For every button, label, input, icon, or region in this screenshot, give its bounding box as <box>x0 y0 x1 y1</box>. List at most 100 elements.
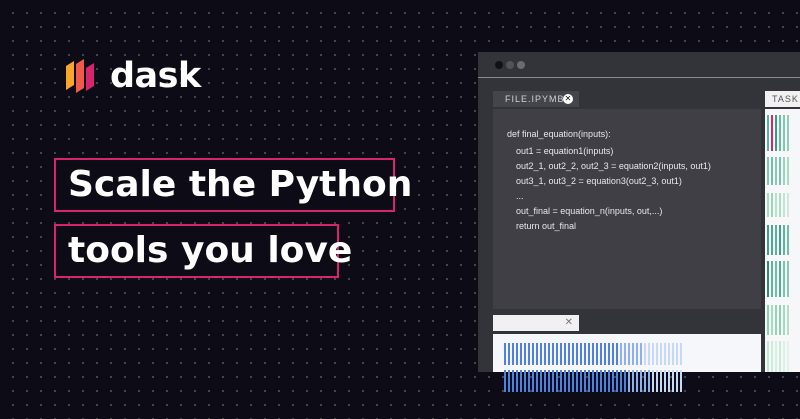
progress-stripe <box>660 370 662 392</box>
progress-stripe <box>572 370 574 392</box>
progress-stripe <box>568 343 570 365</box>
progress-stripe <box>668 343 670 365</box>
progress-stripe <box>520 343 522 365</box>
progress-stripe <box>540 370 542 392</box>
task-stream-segment <box>779 305 781 335</box>
progress-stripe <box>652 370 654 392</box>
code-line: out1 = equation1(inputs) <box>516 146 614 156</box>
progress-bar-row <box>504 370 684 392</box>
task-stream-segment <box>779 193 781 217</box>
task-stream-segment <box>771 305 773 335</box>
progress-bar-row <box>504 343 684 365</box>
task-stream-segment <box>779 261 781 297</box>
task-stream-segment <box>775 115 777 151</box>
task-stream-segment <box>783 261 785 297</box>
headline-line-2: tools you love <box>54 224 352 278</box>
progress-stripe <box>628 370 630 392</box>
code-line: out2_1, out2_2, out2_3 = equation2(input… <box>516 161 711 171</box>
progress-stripe <box>540 343 542 365</box>
task-stream-segment <box>775 261 777 297</box>
progress-stripe <box>564 343 566 365</box>
progress-stripe <box>588 343 590 365</box>
progress-stripe <box>592 343 594 365</box>
task-stream-segment <box>779 341 781 372</box>
close-output-icon[interactable]: ✕ <box>565 316 573 330</box>
progress-stripe <box>584 343 586 365</box>
progress-stripe <box>580 343 582 365</box>
task-stream-segment <box>767 193 769 217</box>
task-stream-segment <box>787 193 789 217</box>
code-cell[interactable]: def final_equation(inputs): out1 = equat… <box>493 109 761 309</box>
progress-stripe <box>636 370 638 392</box>
progress-stripe <box>528 343 530 365</box>
progress-stripe <box>612 370 614 392</box>
progress-stripe <box>644 343 646 365</box>
task-stream-segment <box>767 305 769 335</box>
progress-stripe <box>524 370 526 392</box>
progress-stripe <box>644 370 646 392</box>
progress-stripe <box>648 370 650 392</box>
progress-stripe <box>664 370 666 392</box>
progress-stripe <box>608 370 610 392</box>
task-stream-segment <box>779 157 781 185</box>
progress-stripe <box>556 343 558 365</box>
task-stream-segment <box>775 193 777 217</box>
progress-stripe <box>536 370 538 392</box>
progress-stripe <box>508 343 510 365</box>
task-stream-segment <box>787 225 789 255</box>
progress-stripe <box>628 343 630 365</box>
progress-stripe <box>504 370 506 392</box>
progress-stripe <box>620 370 622 392</box>
progress-stripe <box>676 370 678 392</box>
task-stream-segment <box>767 341 769 372</box>
task-stream-segment <box>771 193 773 217</box>
minimize-window-button[interactable] <box>506 61 514 69</box>
file-tab[interactable]: FILE.IPYMB ✕ <box>493 91 579 107</box>
task-tab[interactable]: TASK <box>765 91 800 107</box>
progress-stripe <box>672 343 674 365</box>
progress-stripe <box>508 370 510 392</box>
progress-stripe <box>552 343 554 365</box>
task-stream-segment <box>767 261 769 297</box>
progress-stripe <box>624 370 626 392</box>
progress-stripe <box>664 343 666 365</box>
dask-logo-icon <box>66 59 94 93</box>
progress-stripe <box>560 343 562 365</box>
progress-stripe <box>552 370 554 392</box>
task-stream-segment <box>767 225 769 255</box>
progress-stripe <box>536 343 538 365</box>
progress-stripe <box>604 370 606 392</box>
progress-stripe <box>556 370 558 392</box>
progress-stripe <box>544 343 546 365</box>
output-progress-panel <box>493 334 761 392</box>
task-stream-segment <box>787 115 789 151</box>
progress-stripe <box>668 370 670 392</box>
task-stream-segment <box>775 341 777 372</box>
task-stream-segment <box>771 225 773 255</box>
progress-stripe <box>612 343 614 365</box>
headline-line-1: Scale the Python <box>54 158 412 212</box>
close-window-button[interactable] <box>495 61 503 69</box>
progress-stripe <box>588 370 590 392</box>
maximize-window-button[interactable] <box>517 61 525 69</box>
progress-stripe <box>624 343 626 365</box>
task-stream-segment <box>767 157 769 185</box>
progress-stripe <box>560 370 562 392</box>
progress-stripe <box>640 343 642 365</box>
output-tab[interactable]: ✕ <box>493 315 579 331</box>
task-stream-segment <box>787 341 789 372</box>
progress-stripe <box>532 343 534 365</box>
close-tab-icon[interactable]: ✕ <box>563 94 573 104</box>
logo-wordmark: dask <box>110 56 201 96</box>
task-stream-segment <box>767 115 769 151</box>
code-line: out3_1, out3_2 = equation3(out2_3, out1) <box>516 176 682 186</box>
progress-stripe <box>680 343 682 365</box>
progress-stripe <box>616 343 618 365</box>
progress-stripe <box>576 370 578 392</box>
code-line: def final_equation(inputs): <box>507 129 611 139</box>
task-stream-segment <box>779 115 781 151</box>
code-line: out_final = equation_n(inputs, out,...) <box>516 206 663 216</box>
progress-stripe <box>584 370 586 392</box>
progress-stripe <box>520 370 522 392</box>
progress-stripe <box>548 370 550 392</box>
